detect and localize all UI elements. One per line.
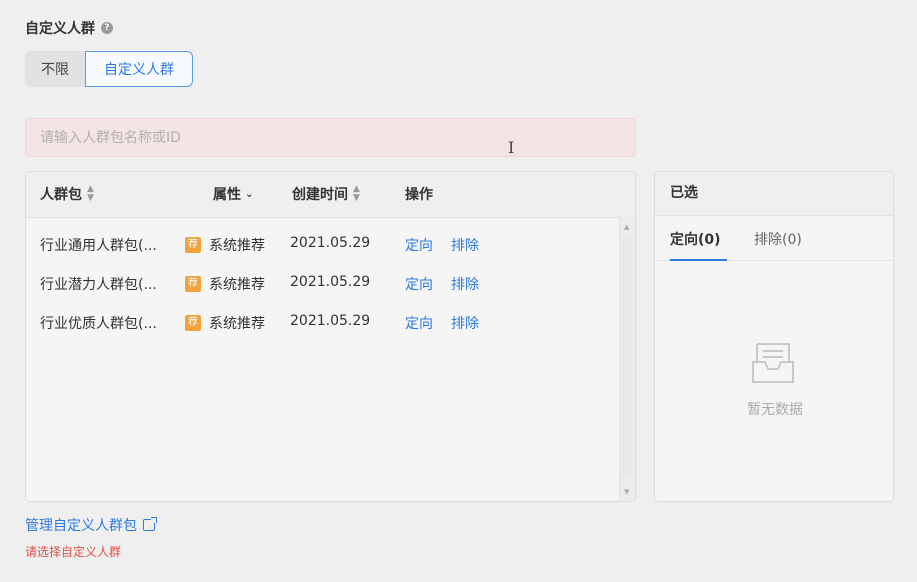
section-title: 自定义人群 ? <box>25 18 113 38</box>
row-name: 行业优质人群包(... <box>40 316 157 332</box>
segment-unlimited[interactable]: 不限 <box>25 51 85 87</box>
table-header: 人群包 ▲ ▼ 属性 ⌄ 创建时间 ▲ ▼ 操作 <box>26 172 635 218</box>
tab-targeted[interactable]: 定向(0) <box>670 229 721 249</box>
row-date: 2021.05.29 <box>290 313 371 329</box>
header-created[interactable]: 创建时间 ▲ ▼ <box>292 184 360 204</box>
row-date: 2021.05.29 <box>290 235 371 251</box>
row-attr: 系统推荐 <box>209 238 265 254</box>
table-row: 行业通用人群包(... 荐 系统推荐 2021.05.29 定向 排除 <box>26 235 616 259</box>
target-link[interactable]: 定向 <box>405 313 433 333</box>
segment-custom[interactable]: 自定义人群 <box>85 51 193 87</box>
scroll-up-icon[interactable]: ▲ <box>624 223 629 231</box>
empty-text: 暂无数据 <box>747 402 803 418</box>
row-name: 行业潜力人群包(... <box>40 277 157 293</box>
recommend-tag-icon: 荐 <box>185 237 201 253</box>
recommend-tag-icon: 荐 <box>185 276 201 292</box>
target-link[interactable]: 定向 <box>405 274 433 294</box>
help-icon[interactable]: ? <box>101 22 113 34</box>
selected-title: 已选 <box>655 172 893 216</box>
selected-panel: 已选 定向(0) 排除(0) 暂无数据 <box>654 171 894 502</box>
chevron-down-icon[interactable]: ⌄ <box>245 189 253 200</box>
tab-active-indicator <box>670 259 727 261</box>
header-actions: 操作 <box>405 187 433 203</box>
row-attr: 系统推荐 <box>209 277 265 293</box>
sort-icon[interactable]: ▲ ▼ <box>87 185 94 203</box>
sort-icon[interactable]: ▲ ▼ <box>353 185 360 203</box>
text-cursor-icon: I <box>508 138 515 157</box>
selected-tabs: 定向(0) 排除(0) <box>655 216 893 261</box>
inbox-empty-icon <box>752 343 794 383</box>
exclude-link[interactable]: 排除 <box>451 235 479 255</box>
audience-segment: 不限 自定义人群 <box>25 51 193 87</box>
section-title-text: 自定义人群 <box>25 21 95 37</box>
header-attr[interactable]: 属性 ⌄ <box>213 184 253 204</box>
error-message: 请选择自定义人群 <box>25 545 122 559</box>
row-name: 行业通用人群包(... <box>40 238 157 254</box>
scroll-down-icon[interactable]: ▼ <box>624 488 629 496</box>
target-link[interactable]: 定向 <box>405 235 433 255</box>
header-name[interactable]: 人群包 ▲ ▼ <box>40 184 94 204</box>
exclude-link[interactable]: 排除 <box>451 274 479 294</box>
manage-audience-link[interactable]: 管理自定义人群包 <box>25 515 157 535</box>
recommend-tag-icon: 荐 <box>185 315 201 331</box>
external-link-icon <box>143 517 157 531</box>
row-attr: 系统推荐 <box>209 316 265 332</box>
tab-excluded[interactable]: 排除(0) <box>754 229 802 249</box>
exclude-link[interactable]: 排除 <box>451 313 479 333</box>
table-scrollbar[interactable]: ▲ ▼ <box>619 217 635 501</box>
audience-table: 人群包 ▲ ▼ 属性 ⌄ 创建时间 ▲ ▼ 操作 行业通用人群包(... 荐 系统推荐 2… <box>25 171 636 502</box>
table-row: 行业潜力人群包(... 荐 系统推荐 2021.05.29 定向 排除 <box>26 274 616 298</box>
row-date: 2021.05.29 <box>290 274 371 290</box>
search-input[interactable] <box>25 118 636 157</box>
scrollbar-thumb[interactable] <box>622 237 632 477</box>
table-row: 行业优质人群包(... 荐 系统推荐 2021.05.29 定向 排除 <box>26 313 616 337</box>
